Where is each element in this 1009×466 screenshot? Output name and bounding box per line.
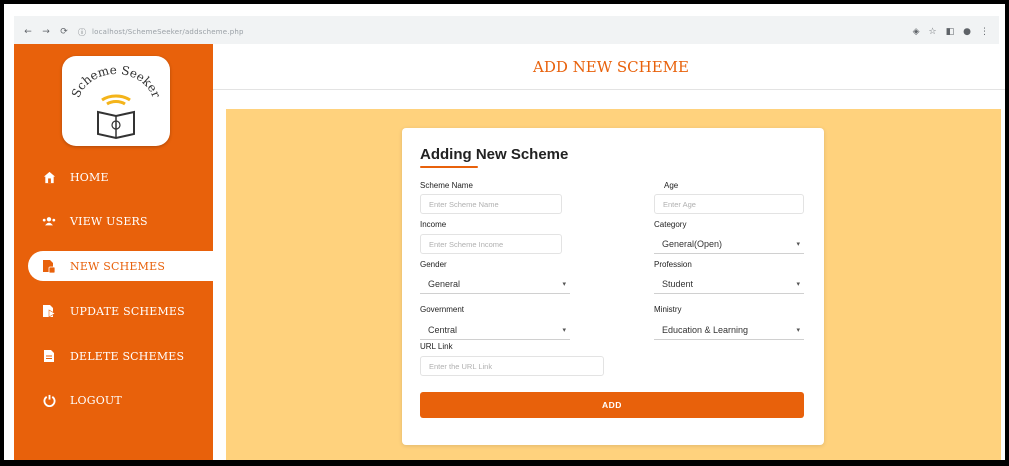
reload-icon[interactable]: ⟳ <box>58 27 70 37</box>
age-input[interactable]: Enter Age <box>654 194 804 214</box>
back-icon[interactable]: ← <box>22 27 34 37</box>
add-scheme-form: Adding New Scheme Scheme Name Enter Sche… <box>402 128 824 445</box>
sidebar-item-label: NEW SCHEMES <box>70 259 166 273</box>
forward-icon[interactable]: → <box>40 27 52 37</box>
ministry-select[interactable]: Education & Learning ▾ <box>654 320 804 340</box>
sidebar-item-update-schemes[interactable]: UPDATE SCHEMES <box>14 296 213 326</box>
category-value: General(Open) <box>662 238 723 249</box>
browser-menu-icon[interactable]: ⋮ <box>980 27 989 37</box>
sidebar-item-new-schemes[interactable]: NEW SCHEMES <box>28 251 213 281</box>
category-select[interactable]: General(Open) ▾ <box>654 234 804 254</box>
sidebar-item-view-users[interactable]: VIEW USERS <box>14 206 213 236</box>
content-area: Adding New Scheme Scheme Name Enter Sche… <box>226 109 1001 460</box>
form-title: Adding New Scheme <box>420 146 569 163</box>
site-info-icon[interactable]: ⓘ <box>78 27 86 38</box>
gender-label: Gender <box>420 260 447 269</box>
sidebar: Scheme Seeker HOME VIEW USERS NEW SCHEME… <box>14 44 213 460</box>
page-title: ADD NEW SCHEME <box>213 44 1005 90</box>
profile-icon[interactable]: ● <box>963 27 971 37</box>
update-icon <box>42 304 56 318</box>
sidebar-item-label: UPDATE SCHEMES <box>70 304 185 318</box>
sidebar-item-label: HOME <box>70 170 109 184</box>
chevron-down-icon: ▾ <box>562 327 566 334</box>
profession-select[interactable]: Student ▾ <box>654 274 804 294</box>
svg-text:Scheme Seeker: Scheme Seeker <box>69 63 164 100</box>
sidebar-item-label: LOGOUT <box>70 393 122 407</box>
government-value: Central <box>428 324 458 335</box>
chevron-down-icon: ▾ <box>562 281 566 288</box>
sidebar-item-delete-schemes[interactable]: DELETE SCHEMES <box>14 341 213 371</box>
logo-graphic: Scheme Seeker <box>69 63 164 140</box>
scheme-seeker-logo[interactable]: Scheme Seeker <box>62 56 170 146</box>
home-icon <box>42 170 56 184</box>
scheme-name-input[interactable]: Enter Scheme Name <box>420 194 562 214</box>
add-button[interactable]: ADD <box>420 392 804 418</box>
category-label: Category <box>654 220 687 229</box>
government-label: Government <box>420 305 465 314</box>
delete-icon <box>42 349 56 363</box>
extensions-icon[interactable]: ◧ <box>946 27 955 37</box>
bookmark-star-icon[interactable]: ☆ <box>929 27 937 37</box>
main-panel: ADD NEW SCHEME Adding New Scheme Scheme … <box>213 44 1005 460</box>
profession-label: Profession <box>654 260 692 269</box>
translate-icon[interactable]: ◈ <box>913 27 920 37</box>
users-icon <box>42 214 56 228</box>
browser-actions: ◈ ☆ ◧ ● ⋮ <box>913 27 999 37</box>
new-scheme-icon <box>42 259 56 273</box>
scheme-name-label: Scheme Name <box>420 181 473 190</box>
sidebar-item-home[interactable]: HOME <box>14 162 213 192</box>
profession-value: Student <box>662 278 694 289</box>
app-frame: ← → ⟳ ⓘ localhost/SchemeSeeker/addscheme… <box>0 0 1009 466</box>
logout-icon <box>42 393 56 407</box>
ministry-value: Education & Learning <box>662 324 749 335</box>
government-select[interactable]: Central ▾ <box>420 320 570 340</box>
browser-nav: ← → ⟳ <box>14 27 70 37</box>
chevron-down-icon: ▾ <box>796 241 800 248</box>
url-label: URL Link <box>420 342 453 351</box>
income-input[interactable]: Enter Scheme Income <box>420 234 562 254</box>
age-label: Age <box>664 181 679 190</box>
sidebar-item-logout[interactable]: LOGOUT <box>14 385 213 415</box>
gender-select[interactable]: General ▾ <box>420 274 570 294</box>
address-bar[interactable]: ⓘ localhost/SchemeSeeker/addscheme.php <box>78 22 244 42</box>
url-input[interactable]: Enter the URL Link <box>420 356 604 376</box>
url-text: localhost/SchemeSeeker/addscheme.php <box>92 28 244 36</box>
ministry-label: Ministry <box>654 305 682 314</box>
gender-value: General <box>428 278 461 289</box>
income-label: Income <box>420 220 447 229</box>
sidebar-item-label: VIEW USERS <box>70 214 148 228</box>
chevron-down-icon: ▾ <box>796 281 800 288</box>
chevron-down-icon: ▾ <box>796 327 800 334</box>
sidebar-item-label: DELETE SCHEMES <box>70 349 185 363</box>
title-underline <box>420 166 478 168</box>
